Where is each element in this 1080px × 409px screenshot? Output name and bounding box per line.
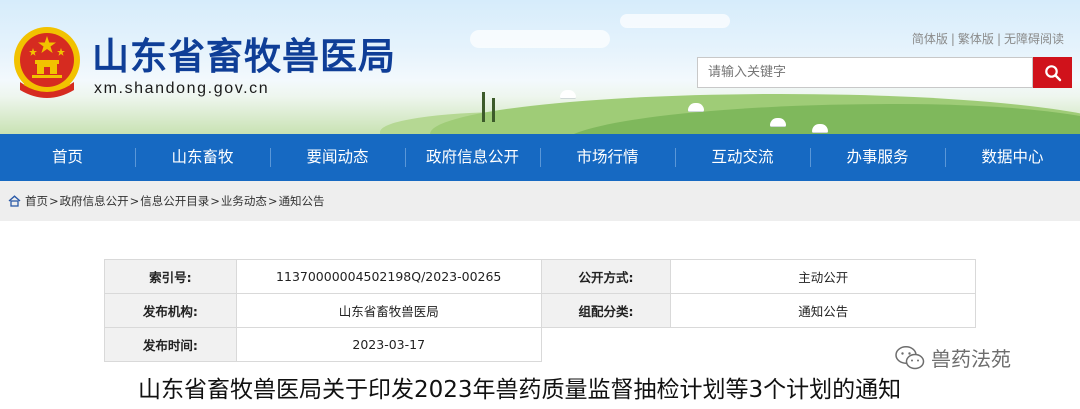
breadcrumb-separator: > bbox=[267, 194, 278, 208]
tree-decoration bbox=[482, 92, 485, 122]
table-row: 发布时间: 2023-03-17 bbox=[104, 327, 976, 362]
breadcrumb-gov-info-disclosure[interactable]: 政府信息公开 bbox=[60, 193, 129, 209]
national-emblem-logo bbox=[14, 27, 80, 98]
accessibility-link[interactable]: 无障碍阅读 bbox=[1004, 32, 1064, 46]
document-title: 山东省畜牧兽医局关于印发2023年兽药质量监督抽检计划等3个计划的通知 bbox=[138, 377, 902, 403]
simplified-chinese-link[interactable]: 简体版 bbox=[912, 32, 948, 46]
nav-item-news[interactable]: 要闻动态 bbox=[270, 134, 405, 181]
main-nav: 首页 山东畜牧 要闻动态 政府信息公开 市场行情 互动交流 办事服务 数据中心 bbox=[0, 134, 1080, 181]
watermark-text: 兽药法苑 bbox=[931, 347, 1011, 371]
index-number-value: 11370000004502198Q/2023-00265 bbox=[235, 259, 542, 294]
nav-item-data-center[interactable]: 数据中心 bbox=[945, 134, 1080, 181]
breadcrumb-business-news[interactable]: 业务动态 bbox=[221, 193, 267, 209]
site-title: 山东省畜牧兽医局 bbox=[92, 34, 396, 78]
cloud-decoration bbox=[620, 14, 730, 28]
breadcrumb-home[interactable]: 首页 bbox=[25, 193, 48, 209]
nav-item-market[interactable]: 市场行情 bbox=[540, 134, 675, 181]
breadcrumb-separator: > bbox=[129, 194, 140, 208]
nav-item-shandong-livestock[interactable]: 山东畜牧 bbox=[135, 134, 270, 181]
table-row: 索引号: 11370000004502198Q/2023-00265 公开方式:… bbox=[104, 259, 976, 294]
search-input[interactable] bbox=[697, 57, 1033, 88]
search-button[interactable] bbox=[1033, 57, 1072, 88]
breadcrumb: 首页 > 政府信息公开 > 信息公开目录 > 业务动态 > 通知公告 bbox=[0, 181, 1080, 221]
wechat-watermark: 兽药法苑 bbox=[895, 343, 1011, 372]
nav-item-gov-info-disclosure[interactable]: 政府信息公开 bbox=[405, 134, 540, 181]
index-number-label: 索引号: bbox=[104, 259, 237, 294]
disclosure-method-value: 主动公开 bbox=[670, 259, 976, 294]
yurt-decoration bbox=[688, 103, 704, 112]
publish-date-label: 发布时间: bbox=[104, 327, 237, 362]
link-separator: | bbox=[950, 32, 955, 46]
nav-item-interaction[interactable]: 互动交流 bbox=[675, 134, 810, 181]
cloud-decoration bbox=[470, 30, 610, 48]
issuing-agency-value: 山东省畜牧兽医局 bbox=[235, 293, 542, 328]
nav-item-home[interactable]: 首页 bbox=[0, 134, 135, 181]
issuing-agency-label: 发布机构: bbox=[104, 293, 237, 328]
yurt-decoration bbox=[560, 90, 576, 99]
site-header: 山东省畜牧兽医局 xm.shandong.gov.cn 简体版 | 繁体版 | 无障碍阅… bbox=[0, 0, 1080, 134]
disclosure-method-label: 公开方式: bbox=[540, 259, 672, 294]
table-row: 发布机构: 山东省畜牧兽医局 组配分类: 通知公告 bbox=[104, 293, 976, 328]
breadcrumb-separator: > bbox=[49, 194, 59, 208]
publish-date-value: 2023-03-17 bbox=[235, 327, 542, 362]
yurt-decoration bbox=[770, 118, 786, 127]
link-separator: | bbox=[996, 32, 1001, 46]
category-label: 组配分类: bbox=[540, 293, 672, 328]
nav-item-services[interactable]: 办事服务 bbox=[810, 134, 945, 181]
document-info-table: 索引号: 11370000004502198Q/2023-00265 公开方式:… bbox=[104, 259, 976, 362]
yurt-decoration bbox=[812, 124, 828, 133]
breadcrumb-notices[interactable]: 通知公告 bbox=[279, 193, 325, 209]
breadcrumb-separator: > bbox=[210, 194, 220, 208]
breadcrumb-info-catalog[interactable]: 信息公开目录 bbox=[140, 193, 209, 209]
traditional-chinese-link[interactable]: 繁体版 bbox=[958, 32, 994, 46]
language-links: 简体版 | 繁体版 | 无障碍阅读 bbox=[912, 30, 1064, 47]
category-value: 通知公告 bbox=[670, 293, 976, 328]
search-icon bbox=[1044, 64, 1061, 81]
home-icon bbox=[8, 195, 21, 207]
wechat-icon bbox=[895, 345, 925, 369]
tree-decoration bbox=[492, 98, 495, 122]
site-domain: xm.shandong.gov.cn bbox=[94, 80, 270, 97]
